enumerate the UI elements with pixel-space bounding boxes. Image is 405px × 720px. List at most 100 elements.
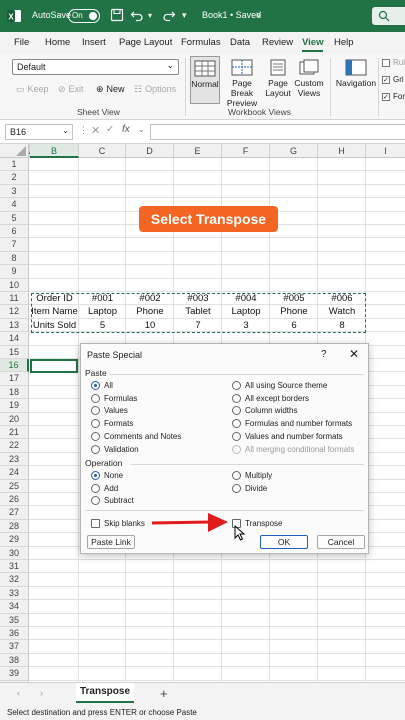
sheet-view-select[interactable]: Default ⌄ xyxy=(12,59,179,75)
row-header-8[interactable]: 8 xyxy=(0,251,29,266)
close-icon[interactable]: ✕ xyxy=(349,347,359,361)
normal-view-button[interactable]: Normal xyxy=(190,56,220,104)
row-header-36[interactable]: 36 xyxy=(0,627,29,641)
workbook-title[interactable]: Book1 • Saved xyxy=(202,10,261,20)
keep-button[interactable]: ▭ Keep xyxy=(16,84,49,95)
row-header-6[interactable]: 6 xyxy=(0,225,29,239)
confirm-entry-icon[interactable]: ✓ xyxy=(106,124,114,135)
row-header-30[interactable]: 30 xyxy=(0,546,29,560)
autosave-toggle[interactable]: On xyxy=(68,9,100,23)
row-header-29[interactable]: 29 xyxy=(0,533,29,547)
name-box[interactable]: B16 ⌄ xyxy=(5,124,73,140)
add-sheet-icon[interactable]: + xyxy=(160,686,168,701)
row-header-1[interactable]: 1 xyxy=(0,158,29,172)
insert-function-icon[interactable]: fx xyxy=(122,124,130,135)
options-button[interactable]: ☷ Options xyxy=(134,84,176,95)
row-header-21[interactable]: 21 xyxy=(0,426,29,440)
column-header-i[interactable]: I xyxy=(366,144,405,158)
row-header-7[interactable]: 7 xyxy=(0,238,29,252)
tab-view[interactable]: View xyxy=(302,37,324,52)
row-header-17[interactable]: 17 xyxy=(0,372,29,386)
row-header-28[interactable]: 28 xyxy=(0,519,29,534)
row-header-10[interactable]: 10 xyxy=(0,278,29,292)
column-header-h[interactable]: H xyxy=(318,144,366,158)
page-layout-button[interactable]: Page Layout xyxy=(264,56,292,104)
row-header-2[interactable]: 2 xyxy=(0,171,29,185)
row-header-18[interactable]: 18 xyxy=(0,385,29,400)
search-box[interactable] xyxy=(372,7,405,25)
row-header-37[interactable]: 37 xyxy=(0,640,29,654)
tab-home[interactable]: Home xyxy=(45,37,70,48)
row-header-27[interactable]: 27 xyxy=(0,506,29,520)
search-icon xyxy=(378,10,390,22)
row-header-5[interactable]: 5 xyxy=(0,211,29,225)
column-header-b[interactable]: B xyxy=(30,144,79,158)
row-header-4[interactable]: 4 xyxy=(0,198,29,212)
undo-icon[interactable] xyxy=(130,8,144,22)
row-header-24[interactable]: 24 xyxy=(0,466,29,480)
save-icon[interactable] xyxy=(110,8,124,22)
row-header-25[interactable]: 25 xyxy=(0,479,29,493)
row-header-31[interactable]: 31 xyxy=(0,560,29,574)
more-icon[interactable]: ⋮ xyxy=(79,125,88,136)
row-header-39[interactable]: 39 xyxy=(0,667,29,681)
row-header-14[interactable]: 14 xyxy=(0,332,29,346)
column-header-d[interactable]: D xyxy=(126,144,174,158)
tab-help[interactable]: Help xyxy=(334,37,354,48)
row-header-16[interactable]: 16 xyxy=(0,359,29,373)
redo-icon[interactable] xyxy=(162,8,176,22)
new-button[interactable]: ⊕ New xyxy=(96,84,125,95)
row-header-33[interactable]: 33 xyxy=(0,586,29,601)
row-header-22[interactable]: 22 xyxy=(0,439,29,453)
row-header-26[interactable]: 26 xyxy=(0,493,29,507)
row-header-34[interactable]: 34 xyxy=(0,600,29,614)
gridline xyxy=(29,599,405,601)
tab-file[interactable]: File xyxy=(14,37,29,48)
expand-formula-icon[interactable]: ⌄ xyxy=(138,125,145,134)
undo-dropdown-icon[interactable]: ▾ xyxy=(148,11,152,20)
next-sheet-icon[interactable]: › xyxy=(40,688,43,698)
cancel-entry-icon[interactable]: ✕ xyxy=(91,124,100,137)
row-header-19[interactable]: 19 xyxy=(0,399,29,413)
ribbon-tabs: File Home Insert Page Layout Formulas Da… xyxy=(0,32,405,54)
custom-views-label-1: Custom xyxy=(294,78,324,88)
tab-page-layout[interactable]: Page Layout xyxy=(119,37,172,48)
row-header-32[interactable]: 32 xyxy=(0,573,29,587)
help-icon[interactable]: ? xyxy=(321,349,327,360)
cancel-button[interactable]: Cancel xyxy=(317,535,365,549)
column-header-c[interactable]: C xyxy=(79,144,126,158)
row-header-15[interactable]: 15 xyxy=(0,345,29,359)
tab-data[interactable]: Data xyxy=(230,37,250,48)
tab-formulas[interactable]: Formulas xyxy=(181,37,221,48)
ok-button[interactable]: OK xyxy=(260,535,308,549)
row-header-20[interactable]: 20 xyxy=(0,412,29,426)
row-header-38[interactable]: 38 xyxy=(0,653,29,668)
select-all-corner[interactable] xyxy=(0,144,29,158)
column-header-g[interactable]: G xyxy=(270,144,318,158)
column-header-f[interactable]: F xyxy=(222,144,270,158)
active-cell[interactable] xyxy=(30,359,78,373)
page-break-preview-button[interactable]: Page Break Preview xyxy=(222,56,262,108)
prev-sheet-icon[interactable]: ‹ xyxy=(17,688,20,698)
column-header-e[interactable]: E xyxy=(174,144,222,158)
tab-insert[interactable]: Insert xyxy=(82,37,106,48)
customize-toolbar-icon[interactable]: ▾ xyxy=(182,10,187,21)
gridline xyxy=(29,183,405,185)
radio-icon xyxy=(232,432,241,441)
row-header-23[interactable]: 23 xyxy=(0,452,29,467)
custom-views-button[interactable]: Custom Views xyxy=(294,56,324,104)
row-header-35[interactable]: 35 xyxy=(0,613,29,627)
exit-button[interactable]: ⊘ Exit xyxy=(58,84,84,95)
sheet-tab-transpose[interactable]: Transpose xyxy=(76,683,134,703)
title-chevron-icon[interactable]: ˅ xyxy=(256,10,261,20)
row-header-11[interactable]: 11 xyxy=(0,292,29,306)
row-header-13[interactable]: 13 xyxy=(0,318,29,333)
formula-input[interactable] xyxy=(150,124,405,140)
navigation-button[interactable]: Navigation xyxy=(334,56,378,104)
row-header-9[interactable]: 9 xyxy=(0,265,29,279)
copy-marquee xyxy=(31,293,366,333)
tab-review[interactable]: Review xyxy=(262,37,293,48)
paste-link-button[interactable]: Paste Link xyxy=(87,535,135,549)
row-header-12[interactable]: 12 xyxy=(0,305,29,319)
row-header-3[interactable]: 3 xyxy=(0,184,29,199)
